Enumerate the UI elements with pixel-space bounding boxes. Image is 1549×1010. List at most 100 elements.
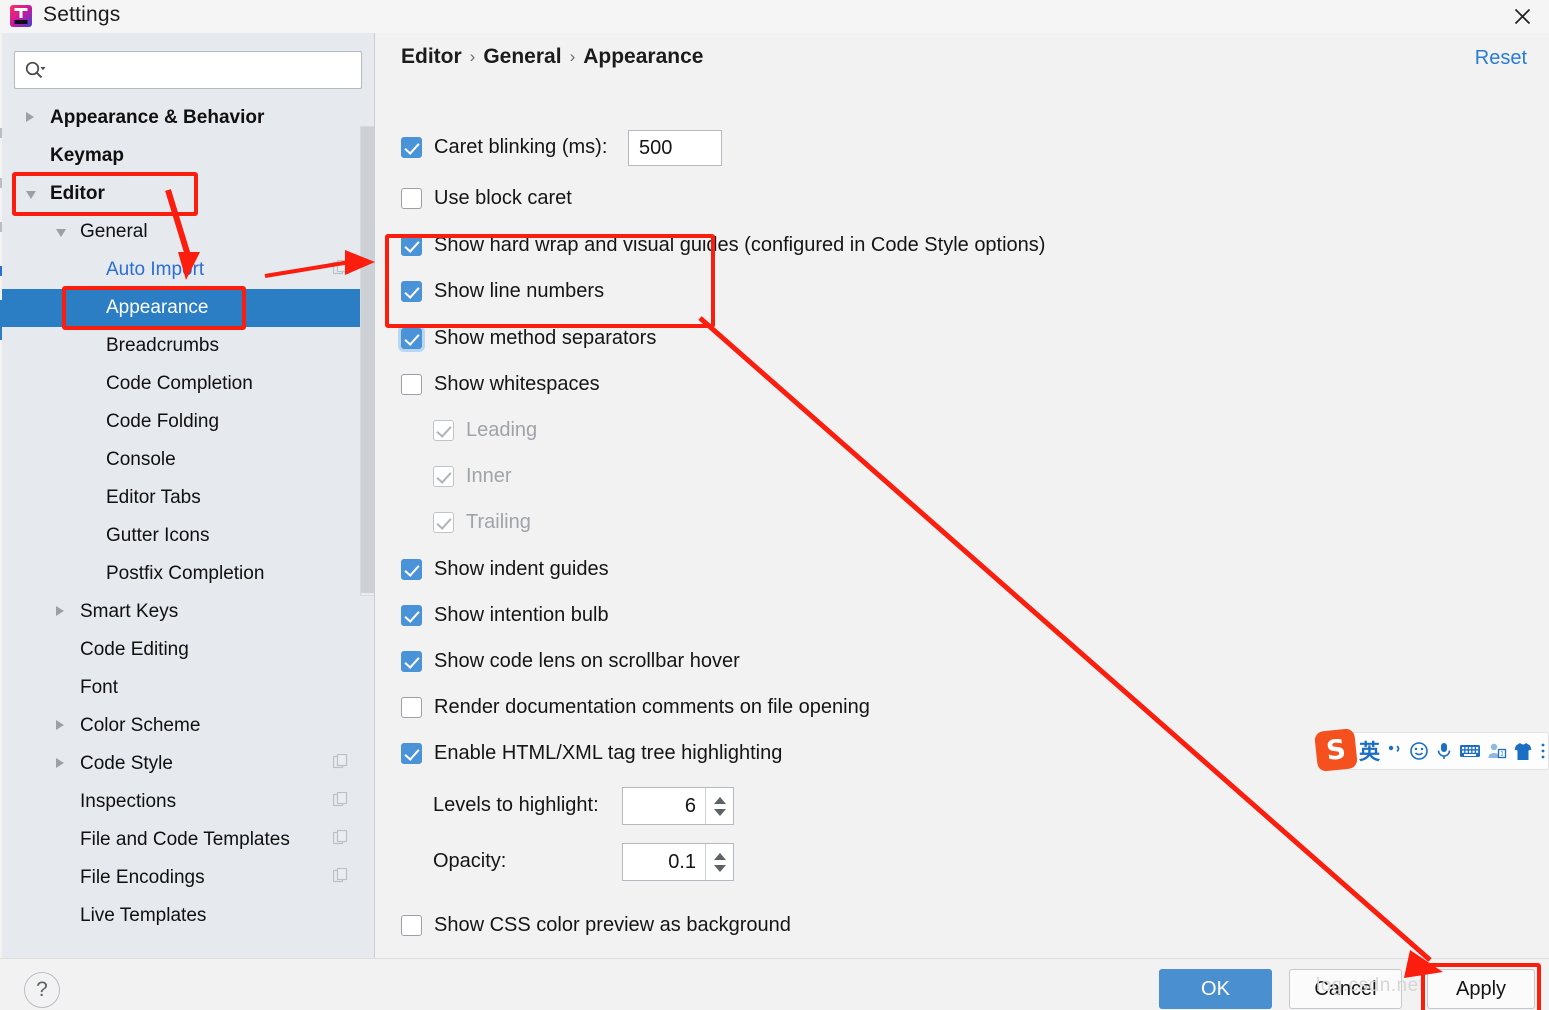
ok-button[interactable]: OK xyxy=(1159,969,1272,1009)
option-render-documentation[interactable]: Render documentation comments on file op… xyxy=(401,696,870,719)
option-use-block-caret[interactable]: Use block caret xyxy=(401,187,572,210)
apply-button[interactable]: Apply xyxy=(1427,969,1535,1009)
chevron-right-icon[interactable] xyxy=(56,606,64,616)
search-box[interactable] xyxy=(14,51,362,89)
option-inner[interactable]: Inner xyxy=(433,465,512,488)
sidebar-item-editor-tabs[interactable]: Editor Tabs xyxy=(2,479,374,517)
reset-link[interactable]: Reset xyxy=(1475,47,1527,70)
sidebar-item-live-templates[interactable]: Live Templates xyxy=(2,897,374,935)
checkbox-caret-blinking[interactable] xyxy=(401,137,422,158)
copy-settings-icon[interactable] xyxy=(332,791,348,813)
cancel-button[interactable]: Cancel xyxy=(1289,969,1402,1009)
sidebar-item-color-scheme[interactable]: Color Scheme xyxy=(2,707,374,745)
opacity-spinner[interactable]: 0.1 xyxy=(622,843,734,881)
chevron-down-icon[interactable] xyxy=(26,191,36,199)
sidebar-item-file-and-code-templates[interactable]: File and Code Templates xyxy=(2,821,374,859)
chevron-down-icon[interactable] xyxy=(56,229,66,237)
sidebar-item-file-encodings[interactable]: File Encodings xyxy=(2,859,374,897)
emoji-icon[interactable] xyxy=(1409,741,1429,761)
option-enable-tag-tree-highlighting[interactable]: Enable HTML/XML tag tree highlighting xyxy=(401,742,782,765)
checkbox-show-whitespaces[interactable] xyxy=(401,374,422,395)
checkbox-show-indent-guides[interactable] xyxy=(401,559,422,580)
sidebar-item-label: General xyxy=(80,221,148,242)
sidebar-item-general[interactable]: General xyxy=(2,213,374,251)
breadcrumb-item-general[interactable]: General xyxy=(483,45,561,69)
close-icon[interactable] xyxy=(1499,0,1545,33)
breadcrumb-item-appearance[interactable]: Appearance xyxy=(583,45,703,69)
option-show-css-color-preview[interactable]: Show CSS color preview as background xyxy=(401,914,791,937)
user-icon[interactable]: 1 xyxy=(1487,742,1507,760)
sidebar-item-appearance-behavior[interactable]: Appearance & Behavior xyxy=(2,99,374,137)
chevron-down-icon[interactable] xyxy=(713,864,726,872)
microphone-icon[interactable] xyxy=(1435,741,1453,761)
levels-to-highlight-spinner[interactable]: 6 xyxy=(622,787,734,825)
checkbox-show-hard-wrap[interactable] xyxy=(401,235,422,256)
caret-blinking-input[interactable]: 500 xyxy=(628,130,722,166)
ime-mode-label[interactable]: 英 xyxy=(1359,736,1380,766)
option-leading[interactable]: Leading xyxy=(433,419,537,442)
checkbox-inner[interactable] xyxy=(433,466,454,487)
checkbox-trailing[interactable] xyxy=(433,512,454,533)
sidebar-item-font[interactable]: Font xyxy=(2,669,374,707)
option-show-indent-guides[interactable]: Show indent guides xyxy=(401,558,609,581)
levels-stepper[interactable] xyxy=(705,788,733,824)
sogou-ime-logo-icon[interactable]: S xyxy=(1314,728,1358,772)
option-label: Trailing xyxy=(466,511,531,533)
opacity-value: 0.1 xyxy=(668,850,696,873)
search-input[interactable] xyxy=(50,60,340,80)
checkbox-show-code-lens[interactable] xyxy=(401,651,422,672)
sidebar-item-postfix-completion[interactable]: Postfix Completion xyxy=(2,555,374,593)
sidebar-item-console[interactable]: Console xyxy=(2,441,374,479)
sidebar-item-editor[interactable]: Editor xyxy=(2,175,374,213)
sidebar-item-label: File and Code Templates xyxy=(80,829,290,850)
option-show-hard-wrap[interactable]: Show hard wrap and visual guides (config… xyxy=(401,234,1045,257)
sidebar-item-code-editing[interactable]: Code Editing xyxy=(2,631,374,669)
checkbox-render-documentation[interactable] xyxy=(401,697,422,718)
option-show-method-separators[interactable]: Show method separators xyxy=(401,327,656,350)
checkbox-show-line-numbers[interactable] xyxy=(401,281,422,302)
chevron-up-icon[interactable] xyxy=(713,852,726,860)
chevron-down-icon[interactable] xyxy=(713,808,726,816)
menu-icon[interactable] xyxy=(1539,742,1547,760)
breadcrumb-item-editor[interactable]: Editor xyxy=(401,45,462,69)
sidebar-item-inspections[interactable]: Inspections xyxy=(2,783,374,821)
checkbox-leading[interactable] xyxy=(433,420,454,441)
option-caret-blinking[interactable]: Caret blinking (ms): xyxy=(401,136,607,159)
copy-settings-icon[interactable] xyxy=(332,753,348,775)
checkbox-use-block-caret[interactable] xyxy=(401,188,422,209)
punctuation-icon[interactable] xyxy=(1386,743,1403,760)
option-show-whitespaces[interactable]: Show whitespaces xyxy=(401,373,600,396)
skin-icon[interactable] xyxy=(1513,742,1533,761)
sidebar-item-breadcrumbs[interactable]: Breadcrumbs xyxy=(2,327,374,365)
chevron-right-icon[interactable] xyxy=(56,758,64,768)
option-show-code-lens[interactable]: Show code lens on scrollbar hover xyxy=(401,650,740,673)
option-trailing[interactable]: Trailing xyxy=(433,511,531,534)
keyboard-icon[interactable] xyxy=(1459,743,1481,759)
option-show-line-numbers[interactable]: Show line numbers xyxy=(401,280,604,303)
sidebar-item-code-folding[interactable]: Code Folding xyxy=(2,403,374,441)
checkbox-show-css-color-preview[interactable] xyxy=(401,915,422,936)
sidebar-item-smart-keys[interactable]: Smart Keys xyxy=(2,593,374,631)
sidebar-item-code-style[interactable]: Code Style xyxy=(2,745,374,783)
checkbox-enable-tag-tree-highlighting[interactable] xyxy=(401,743,422,764)
sidebar-item-keymap[interactable]: Keymap xyxy=(2,137,374,175)
sidebar-item-gutter-icons[interactable]: Gutter Icons xyxy=(2,517,374,555)
checkbox-show-intention-bulb[interactable] xyxy=(401,605,422,626)
chevron-right-icon[interactable] xyxy=(26,112,34,122)
sidebar-item-appearance[interactable]: Appearance xyxy=(2,289,374,327)
sidebar-scrollbar-thumb[interactable] xyxy=(361,127,374,593)
copy-settings-icon[interactable] xyxy=(332,259,348,281)
option-show-intention-bulb[interactable]: Show intention bulb xyxy=(401,604,609,627)
copy-settings-icon[interactable] xyxy=(332,829,348,851)
checkbox-show-method-separators[interactable] xyxy=(401,328,422,349)
sidebar-item-label: Appearance & Behavior xyxy=(50,107,265,128)
opacity-stepper[interactable] xyxy=(705,844,733,880)
sidebar-item-code-completion[interactable]: Code Completion xyxy=(2,365,374,403)
help-button[interactable]: ? xyxy=(24,972,60,1008)
chevron-up-icon[interactable] xyxy=(713,796,726,804)
chevron-right-icon[interactable] xyxy=(56,720,64,730)
option-label: Leading xyxy=(466,419,538,441)
copy-settings-icon[interactable] xyxy=(332,867,348,889)
sidebar-item-auto-import[interactable]: Auto Import xyxy=(2,251,374,289)
levels-to-highlight-value: 6 xyxy=(684,794,696,817)
